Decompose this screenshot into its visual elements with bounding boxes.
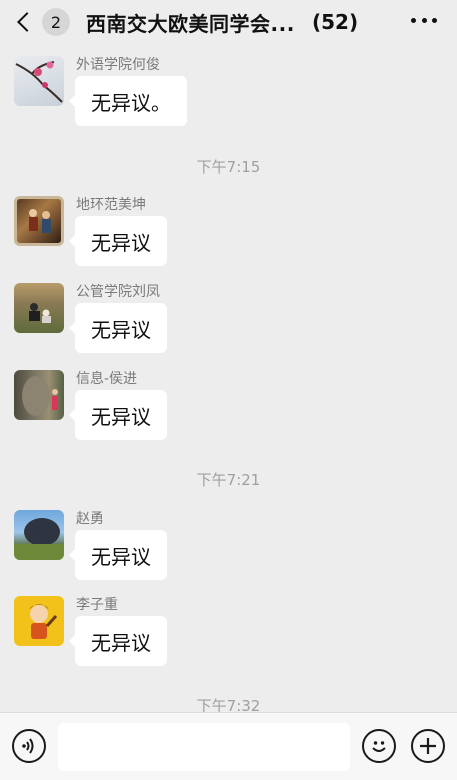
more-options-button[interactable] xyxy=(411,10,437,30)
emoji-button[interactable] xyxy=(362,729,396,763)
back-button[interactable]: 2 xyxy=(14,6,70,38)
dome-photo-avatar xyxy=(14,518,64,560)
chat-header: 2 西南交大欧美同学会... (52) xyxy=(0,0,457,46)
rock-photo-avatar xyxy=(22,376,58,416)
message-input[interactable] xyxy=(58,723,350,771)
more-functions-button[interactable] xyxy=(411,729,445,763)
sender-name: 赵勇 xyxy=(76,511,104,527)
avatar[interactable] xyxy=(14,510,64,560)
chat-title[interactable]: 西南交大欧美同学会... xyxy=(86,6,295,38)
message-bubble[interactable]: 无异议 xyxy=(69,390,167,440)
sender-name: 信息-侯进 xyxy=(76,371,138,387)
plus-icon xyxy=(420,738,436,754)
avatar[interactable] xyxy=(14,370,64,420)
message-bubble[interactable]: 无异议 xyxy=(69,216,167,266)
avatar[interactable] xyxy=(14,596,64,646)
unread-count-badge: 2 xyxy=(42,8,70,36)
sender-name: 李子重 xyxy=(76,597,118,613)
voice-icon xyxy=(22,738,34,754)
timestamp: 下午7:21 xyxy=(196,471,261,489)
sender-name: 外语学院何俊 xyxy=(76,57,160,73)
message-bubble[interactable]: 无异议 xyxy=(69,303,167,353)
plum-blossom-avatar xyxy=(15,61,63,103)
timestamp: 下午7:15 xyxy=(196,158,261,176)
more-dot-icon xyxy=(421,17,427,23)
sender-name: 地环范美坤 xyxy=(76,197,146,213)
sender-name: 公管学院刘凤 xyxy=(76,284,160,300)
message-bubble[interactable]: 无异议。 xyxy=(69,76,187,126)
park-photo-avatar xyxy=(29,303,51,323)
member-count: (52) xyxy=(312,10,359,34)
emoji-icon xyxy=(372,741,386,752)
cartoon-avatar xyxy=(29,604,58,639)
avatar[interactable] xyxy=(14,56,64,106)
message-bubble[interactable]: 无异议 xyxy=(69,530,167,580)
input-bar xyxy=(0,712,457,780)
avatar[interactable] xyxy=(14,196,64,246)
voice-button[interactable] xyxy=(12,729,46,763)
message-bubble[interactable]: 无异议 xyxy=(69,616,167,666)
more-dot-icon xyxy=(411,17,416,23)
avatar[interactable] xyxy=(14,283,64,333)
more-dot-icon xyxy=(432,17,437,23)
chevron-left-icon xyxy=(17,12,37,32)
painting-avatar xyxy=(29,209,51,233)
